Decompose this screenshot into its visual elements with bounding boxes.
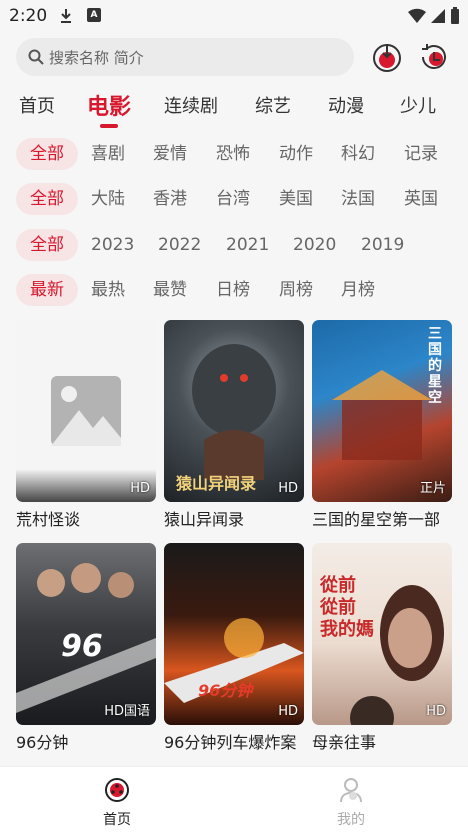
filter-genre-horror[interactable]: 恐怖 <box>216 138 250 170</box>
movie-card[interactable]: 從前 從前 我的媽 HD 母亲往事 <box>312 543 452 752</box>
filter-year-2023[interactable]: 2023 <box>91 229 134 261</box>
bottom-navigation: 首页 我的 <box>0 766 468 833</box>
filter-sort-most-liked[interactable]: 最赞 <box>153 274 187 306</box>
movie-poster: 從前 從前 我的媽 HD <box>312 543 452 725</box>
filter-sort-daily[interactable]: 日榜 <box>216 274 250 306</box>
filter-sort-weekly[interactable]: 周榜 <box>279 274 313 306</box>
tab-home[interactable]: 首页 <box>19 92 55 118</box>
download-list-icon[interactable] <box>371 41 403 73</box>
app-notification-icon: A <box>87 8 101 22</box>
search-icon <box>28 49 44 65</box>
movie-card[interactable]: 96分钟 HD 96分钟列车爆炸案 <box>164 543 304 752</box>
movie-title: 96分钟 <box>16 733 69 752</box>
tab-variety[interactable]: 综艺 <box>255 92 291 118</box>
region-filter-row: 全部 大陆 香港 台湾 美国 法国 英国 <box>0 181 468 217</box>
movie-poster: 96 HD国语 <box>16 543 156 725</box>
movie-title: 三国的星空第一部 <box>312 510 441 529</box>
movie-title: 猿山异闻录 <box>164 510 245 529</box>
filter-year-2021[interactable]: 2021 <box>226 229 269 261</box>
filter-region-france[interactable]: 法国 <box>341 183 375 215</box>
tab-movie[interactable]: 电影 <box>87 89 131 121</box>
status-bar: 2:20 A <box>0 0 468 32</box>
wifi-icon <box>408 8 426 23</box>
quality-badge: HD <box>278 481 298 496</box>
movie-poster: HD <box>16 320 156 502</box>
sort-filter-row: 最新 最热 最赞 日榜 周榜 月榜 <box>0 272 468 308</box>
filter-region-taiwan[interactable]: 台湾 <box>216 183 250 215</box>
nav-mine-label: 我的 <box>337 812 365 828</box>
movie-card[interactable]: 猿山异闻录 HD 猿山异闻录 <box>164 320 304 529</box>
movie-card[interactable]: HD 荒村怪谈 <box>16 320 156 529</box>
movie-poster: 三国的星空 正片 <box>312 320 452 502</box>
filter-year-2019[interactable]: 2019 <box>361 229 404 261</box>
tab-kids[interactable]: 少儿 <box>400 92 436 118</box>
tab-anime[interactable]: 动漫 <box>328 92 364 118</box>
genre-filter-row: 全部 喜剧 爱情 恐怖 动作 科幻 记录 <box>0 136 468 172</box>
filter-year-all[interactable]: 全部 <box>16 229 78 261</box>
filter-genre-action[interactable]: 动作 <box>279 138 313 170</box>
movie-card[interactable]: 三国的星空 正片 三国的星空第一部 <box>312 320 452 529</box>
filter-genre-all[interactable]: 全部 <box>16 138 78 170</box>
poster-title-text: 猿山异闻录 <box>176 474 257 493</box>
filter-region-hongkong[interactable]: 香港 <box>153 183 187 215</box>
quality-badge: 正片 <box>419 481 446 496</box>
nav-home-label: 首页 <box>103 812 131 828</box>
movie-poster: 猿山异闻录 HD <box>164 320 304 502</box>
status-time: 2:20 <box>9 6 48 26</box>
filter-region-mainland[interactable]: 大陆 <box>91 183 125 215</box>
image-placeholder-icon <box>51 376 121 446</box>
movie-card[interactable]: 96 HD国语 96分钟 <box>16 543 156 752</box>
battery-icon <box>451 7 459 24</box>
filter-genre-scifi[interactable]: 科幻 <box>341 138 375 170</box>
filter-genre-romance[interactable]: 爱情 <box>153 138 187 170</box>
filter-genre-documentary[interactable]: 记录 <box>404 138 438 170</box>
quality-badge: HD <box>278 704 298 719</box>
download-icon <box>61 9 71 23</box>
movie-title: 荒村怪谈 <box>16 510 81 529</box>
category-tabs: 首页 电影 连续剧 综艺 动漫 少儿 <box>0 86 468 130</box>
signal-icon <box>431 9 445 23</box>
user-icon <box>340 778 362 803</box>
poster-title-text: 三国的星空 <box>428 326 442 406</box>
filter-sort-newest[interactable]: 最新 <box>16 274 78 306</box>
movie-poster: 96分钟 HD <box>164 543 304 725</box>
search-bar[interactable]: 搜索名称 简介 <box>16 38 354 76</box>
poster-title-text: 從前 從前 我的媽 <box>320 575 374 640</box>
poster-title-text: 96分钟 <box>198 681 253 700</box>
search-placeholder: 搜索名称 简介 <box>49 49 144 67</box>
filter-year-2020[interactable]: 2020 <box>293 229 336 261</box>
history-icon[interactable] <box>418 41 450 73</box>
filter-sort-monthly[interactable]: 月榜 <box>341 274 375 306</box>
year-filter-row: 全部 2023 2022 2021 2020 2019 <box>0 227 468 263</box>
movie-title: 96分钟列车爆炸案 <box>164 733 297 752</box>
nav-mine[interactable]: 我的 <box>321 777 381 829</box>
active-tab-indicator <box>100 124 118 128</box>
filter-year-2022[interactable]: 2022 <box>158 229 201 261</box>
quality-badge: HD <box>130 481 150 496</box>
film-reel-icon <box>105 778 129 802</box>
filter-genre-comedy[interactable]: 喜剧 <box>91 138 125 170</box>
filter-region-usa[interactable]: 美国 <box>279 183 313 215</box>
filter-region-uk[interactable]: 英国 <box>404 183 438 215</box>
nav-home[interactable]: 首页 <box>87 777 147 829</box>
tab-series[interactable]: 连续剧 <box>164 92 218 118</box>
poster-title-text: 96 <box>61 629 103 664</box>
filter-region-all[interactable]: 全部 <box>16 183 78 215</box>
quality-badge: HD国语 <box>104 704 150 719</box>
quality-badge: HD <box>426 704 446 719</box>
filter-sort-hottest[interactable]: 最热 <box>91 274 125 306</box>
movie-title: 母亲往事 <box>312 733 377 752</box>
